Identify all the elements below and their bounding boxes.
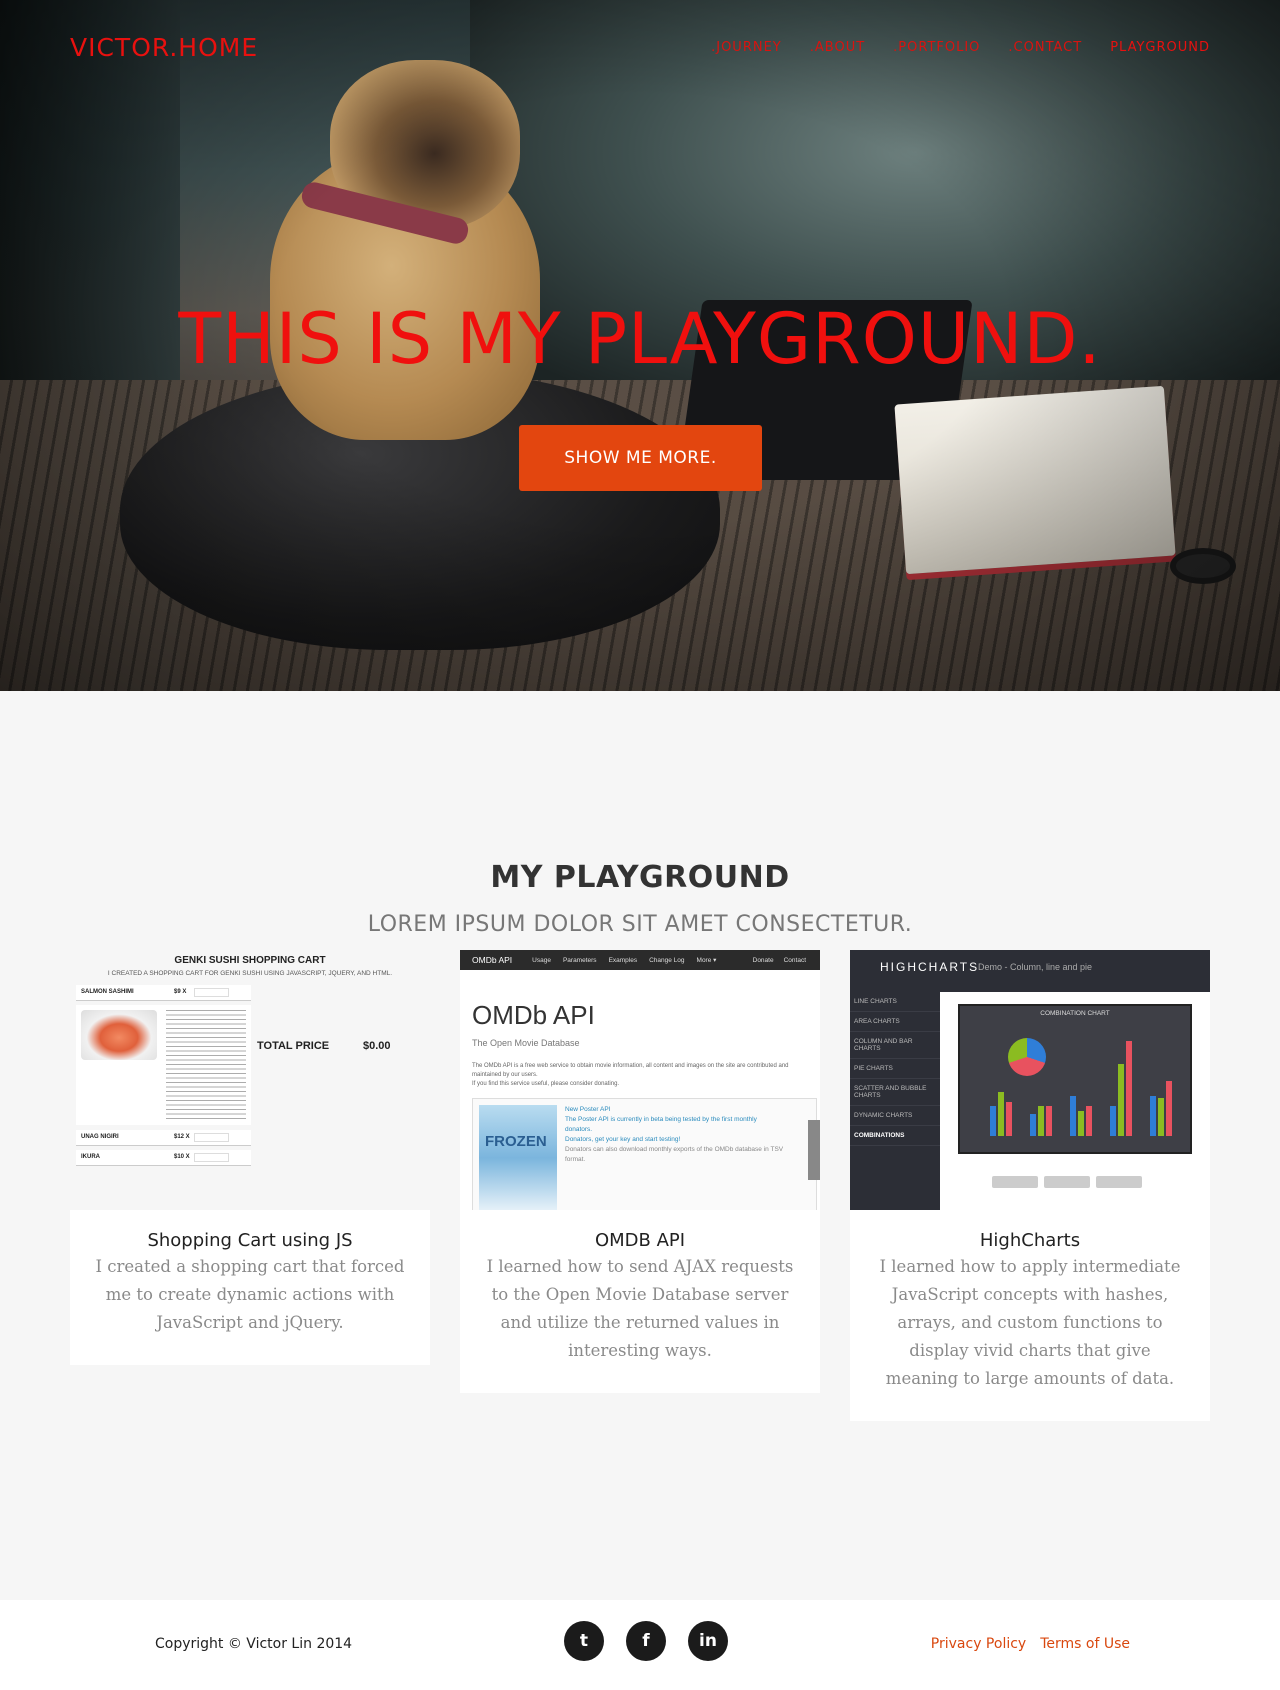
project-card-omdb[interactable]: OMDb API Usage Parameters Examples Chang… (460, 950, 820, 1393)
project-title[interactable]: Shopping Cart using JS (94, 1230, 406, 1251)
chart-option-button (992, 1176, 1038, 1188)
sidebar-item: SCATTER AND BUBBLE CHARTS (850, 1079, 940, 1106)
frozen-poster: FROZEN (479, 1105, 557, 1210)
item-description (166, 1010, 246, 1120)
omdb-nav-item: More ▾ (696, 957, 717, 964)
omdb-nav-item: Contact (783, 956, 806, 964)
nav-playground[interactable]: PLAYGROUND (1110, 40, 1210, 55)
cart-item-price: $12 X (174, 1134, 190, 1140)
omdb-body-text: The OMDb API is a free web service to ob… (472, 1063, 789, 1078)
hero: VICTOR.HOME .JOURNEY .ABOUT .PORTFOLIO .… (0, 0, 1280, 691)
show-more-button[interactable]: SHOW ME MORE. (519, 425, 762, 491)
project-caption: HighCharts I learned how to apply interm… (850, 1210, 1210, 1421)
sidebar-item: DYNAMIC CHARTS (850, 1106, 940, 1126)
project-screenshot[interactable]: GENKI SUSHI SHOPPING CART I CREATED A SH… (70, 950, 430, 1210)
highcharts-logo: HIGHCHARTS (880, 960, 980, 974)
nav-portfolio[interactable]: .PORTFOLIO (893, 40, 980, 55)
main-nav: .JOURNEY .ABOUT .PORTFOLIO .CONTACT PLAY… (711, 40, 1210, 55)
shot-heading: GENKI SUSHI SHOPPING CART (174, 955, 326, 966)
cart-row: IKURA $10 X (76, 1150, 251, 1166)
highcharts-demo-title: Demo - Column, line and pie (978, 962, 1093, 972)
highcharts-header: HIGHCHARTS Demo - Column, line and pie (850, 950, 1210, 992)
project-card-highcharts[interactable]: HIGHCHARTS Demo - Column, line and pie L… (850, 950, 1210, 1421)
omdb-subheading: The Open Movie Database (472, 1038, 580, 1048)
omdb-note: If you find this service useful, please … (472, 1081, 620, 1087)
section-title: MY PLAYGROUND (490, 860, 790, 895)
facebook-icon[interactable]: f (626, 1621, 666, 1661)
copyright: Copyright © Victor Lin 2014 (155, 1636, 353, 1652)
omdb-nav-item: Parameters (562, 956, 597, 964)
chart-bars (990, 1026, 1180, 1136)
cart-quantity-input (194, 1153, 229, 1162)
panel-footer: Donators can also download monthly expor… (565, 1146, 784, 1163)
cart-item-name: SALMON SASHIMI (81, 989, 134, 995)
social-links: t f in (564, 1621, 728, 1661)
cart-item-name: UNAG NIGIRI (81, 1134, 119, 1140)
cart-item-name: IKURA (81, 1154, 100, 1160)
privacy-policy-link[interactable]: Privacy Policy (931, 1636, 1026, 1652)
linkedin-icon[interactable]: in (688, 1621, 728, 1661)
chart-option-button (1096, 1176, 1142, 1188)
sidebar-item: PIE CHARTS (850, 1059, 940, 1079)
twitter-icon[interactable]: t (564, 1621, 604, 1661)
omdb-poster-panel: FROZEN New Poster API The Poster API is … (472, 1098, 817, 1210)
project-screenshot[interactable]: OMDb API Usage Parameters Examples Chang… (460, 950, 820, 1210)
omdb-navbar: OMDb API Usage Parameters Examples Chang… (460, 950, 820, 970)
feedback-tab (808, 1120, 820, 1180)
poster-title: FROZEN (485, 1133, 547, 1150)
cart-item-price: $9 X (174, 989, 187, 995)
omdb-body: The OMDb API is a free web service to ob… (472, 1062, 802, 1089)
total-price-label: TOTAL PRICE (257, 1040, 330, 1052)
panel-title: New Poster API (565, 1106, 611, 1113)
omdb-heading: OMDb API (472, 1000, 595, 1030)
omdb-nav-item: Donate (752, 956, 774, 964)
project-description: I learned how to send AJAX requests to t… (486, 1257, 794, 1360)
cart-item-detail (76, 1005, 251, 1125)
poster-panel-text: New Poster API The Poster API is current… (565, 1105, 785, 1165)
section-subtitle: LOREM IPSUM DOLOR SIT AMET CONSECTETUR. (367, 912, 913, 937)
sidebar-item: COLUMN AND BAR CHARTS (850, 1032, 940, 1059)
omdb-nav-item: Examples (608, 956, 638, 964)
chart-option-button (1044, 1176, 1090, 1188)
project-card-shopping-cart[interactable]: GENKI SUSHI SHOPPING CART I CREATED A SH… (70, 950, 430, 1365)
project-caption: OMDB API I learned how to send AJAX requ… (460, 1210, 820, 1393)
total-price-value: $0.00 (363, 1040, 391, 1052)
cart-row: UNAG NIGIRI $12 X (76, 1130, 251, 1146)
cart-item-price: $10 X (174, 1154, 190, 1160)
chart-buttons (992, 1176, 1142, 1188)
highcharts-combination-chart: COMBINATION CHART (958, 1004, 1192, 1154)
sidebar-item: AREA CHARTS (850, 1012, 940, 1032)
project-screenshot[interactable]: HIGHCHARTS Demo - Column, line and pie L… (850, 950, 1210, 1210)
sashimi-image (81, 1010, 157, 1060)
nav-contact[interactable]: .CONTACT (1008, 40, 1082, 55)
omdb-nav-item: Change Log (649, 956, 685, 964)
cart-quantity-input (194, 1133, 229, 1142)
hero-title: THIS IS MY PLAYGROUND. (178, 298, 1102, 380)
project-description: I created a shopping cart that forced me… (95, 1257, 405, 1332)
chart-title: COMBINATION CHART (1040, 1010, 1110, 1017)
footer: Copyright © Victor Lin 2014 t f in Priva… (0, 1600, 1280, 1690)
project-description: I learned how to apply intermediate Java… (879, 1257, 1181, 1388)
omdb-brand: OMDb API (472, 955, 513, 965)
cart-quantity-input (194, 988, 229, 997)
project-title[interactable]: OMDB API (484, 1230, 796, 1251)
footer-links: Privacy Policy Terms of Use (931, 1636, 1130, 1652)
nav-about[interactable]: .ABOUT (810, 40, 865, 55)
sidebar-item: LINE CHARTS (850, 992, 940, 1012)
nav-journey[interactable]: .JOURNEY (711, 40, 782, 55)
brand-logo[interactable]: VICTOR.HOME (70, 33, 258, 62)
terms-of-use-link[interactable]: Terms of Use (1040, 1636, 1130, 1652)
cart-row: SALMON SASHIMI $9 X (76, 985, 251, 1001)
shot-subheading: I CREATED A SHOPPING CART FOR GENKI SUSH… (107, 970, 393, 977)
project-caption: Shopping Cart using JS I created a shopp… (70, 1210, 430, 1365)
project-title[interactable]: HighCharts (874, 1230, 1186, 1251)
omdb-nav-item: Usage (532, 956, 551, 964)
panel-link: Donators, get your key and start testing… (565, 1136, 681, 1143)
panel-text: The Poster API is currently in beta bein… (565, 1116, 757, 1133)
sidebar-item: COMBINATIONS (850, 1126, 940, 1146)
highcharts-sidebar: LINE CHARTS AREA CHARTS COLUMN AND BAR C… (850, 992, 940, 1210)
